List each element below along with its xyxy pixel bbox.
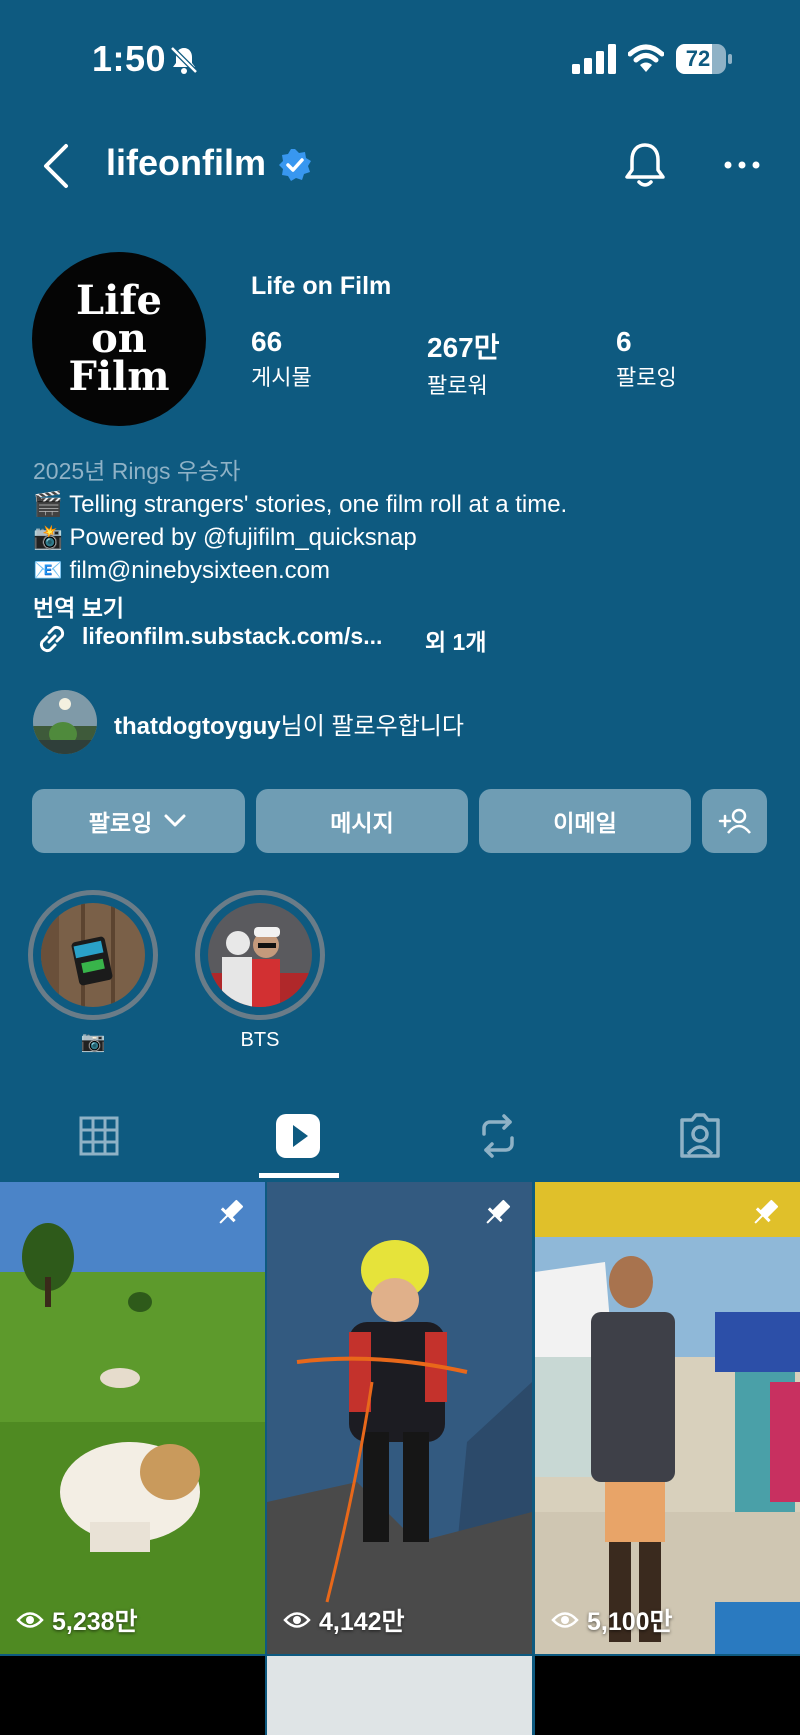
pinned-icon bbox=[486, 1199, 511, 1224]
followed-by-suffix: 님이 팔로우합니다 bbox=[280, 713, 464, 740]
stat-value: 66 bbox=[251, 326, 283, 357]
view-count: 4,142만 bbox=[283, 1602, 405, 1638]
view-count-text: 5,238만 bbox=[52, 1608, 138, 1636]
highlight-cover bbox=[208, 903, 312, 1007]
view-count: 5,238만 bbox=[16, 1602, 138, 1638]
reel-thumbnail[interactable]: 4,142만 bbox=[267, 1182, 532, 1654]
eye-icon bbox=[551, 1612, 579, 1628]
eye-icon bbox=[16, 1612, 44, 1628]
followed-by-avatar-image bbox=[33, 690, 97, 754]
header-username: lifeonfilm bbox=[106, 142, 266, 183]
stat-label: 팔로워 bbox=[427, 373, 488, 398]
bio-line: 📧 film@ninebysixteen.com bbox=[33, 557, 331, 584]
following-button-label: 팔로잉 bbox=[88, 810, 153, 836]
message-button-label: 메시지 bbox=[330, 810, 394, 836]
back-arrow-icon[interactable] bbox=[40, 140, 72, 192]
bio-link-more[interactable]: 외 1개 bbox=[425, 623, 487, 657]
message-button[interactable]: 메시지 bbox=[256, 789, 468, 853]
stat-following[interactable]: 6 팔로잉 bbox=[616, 326, 677, 392]
view-count-text: 4,142만 bbox=[319, 1608, 405, 1636]
profile-display-name: Life on Film bbox=[251, 272, 392, 300]
highlight-cover-image bbox=[41, 903, 145, 1007]
stat-followers[interactable]: 267만 팔로워 bbox=[427, 326, 499, 400]
highlight-label: BTS bbox=[240, 1029, 280, 1051]
email-button[interactable]: 이메일 bbox=[479, 789, 691, 853]
add-person-icon bbox=[718, 808, 751, 834]
highlight-camera[interactable] bbox=[28, 890, 158, 1020]
highlight-bts[interactable] bbox=[195, 890, 325, 1020]
more-options-icon[interactable] bbox=[722, 150, 762, 180]
bio-line: 📸 Powered by @fujifilm_quicksnap bbox=[33, 524, 417, 551]
wifi-icon bbox=[628, 44, 664, 72]
highlight-label: 📷 bbox=[80, 1031, 106, 1053]
followed-by-username: thatdogtoyguy bbox=[114, 713, 281, 740]
view-count-text: 5,100만 bbox=[587, 1608, 673, 1636]
pinned-icon bbox=[754, 1199, 779, 1224]
battery-level: 72 bbox=[685, 46, 711, 71]
bio-link[interactable]: lifeonfilm.substack.com/s... bbox=[82, 623, 382, 650]
chevron-down-icon bbox=[164, 814, 186, 827]
highlight-cover bbox=[41, 903, 145, 1007]
profile-avatar[interactable]: Life on Film bbox=[32, 252, 206, 426]
notification-bell-icon[interactable] bbox=[622, 140, 668, 190]
bio-line: 🎬 Telling strangers' stories, one film r… bbox=[33, 491, 568, 518]
link-icon bbox=[39, 625, 65, 653]
tagged-tab-icon[interactable] bbox=[674, 1110, 726, 1162]
reel-image bbox=[535, 1182, 800, 1654]
reel-image bbox=[0, 1182, 265, 1654]
pinned-icon bbox=[219, 1199, 244, 1224]
reel-thumbnail[interactable]: 5,100만 bbox=[535, 1182, 800, 1654]
stat-label: 게시물 bbox=[251, 365, 312, 390]
status-time: 1:50 bbox=[92, 38, 167, 79]
email-button-label: 이메일 bbox=[553, 810, 617, 836]
reel-thumbnail[interactable]: 5,238만 bbox=[0, 1182, 265, 1654]
suggest-users-button[interactable] bbox=[702, 789, 767, 853]
avatar-logo-line: Film bbox=[68, 353, 170, 400]
stat-value: 6 bbox=[616, 326, 632, 357]
cellular-signal-icon bbox=[572, 44, 616, 74]
reel-image bbox=[267, 1182, 532, 1654]
view-count: 5,100만 bbox=[551, 1602, 673, 1638]
stat-value: 267만 bbox=[427, 332, 500, 363]
avatar-logo: Life on Film bbox=[32, 281, 206, 400]
reel-thumbnail[interactable] bbox=[267, 1656, 532, 1735]
eye-icon bbox=[283, 1612, 311, 1628]
see-translation-link[interactable]: 번역 보기 bbox=[33, 589, 124, 623]
active-tab-indicator bbox=[259, 1173, 339, 1178]
reposts-tab-icon[interactable] bbox=[472, 1110, 524, 1162]
reel-thumbnail[interactable] bbox=[535, 1656, 800, 1735]
followed-by-avatar[interactable] bbox=[33, 690, 97, 754]
stat-posts[interactable]: 66 게시물 bbox=[251, 326, 312, 392]
battery-indicator: 72 bbox=[676, 44, 732, 74]
reel-thumbnail[interactable] bbox=[0, 1656, 265, 1735]
posts-grid-tab-icon[interactable] bbox=[73, 1110, 125, 1162]
stat-label: 팔로잉 bbox=[616, 365, 677, 390]
bio-award: 2025년 Rings 우승자 bbox=[33, 458, 241, 484]
reels-tab-icon[interactable] bbox=[272, 1110, 324, 1162]
followed-by-text[interactable]: thatdogtoyguy님이 팔로우합니다 bbox=[114, 706, 464, 741]
verified-badge-icon bbox=[279, 149, 311, 181]
following-button[interactable]: 팔로잉 bbox=[32, 789, 245, 853]
bell-muted-icon bbox=[170, 46, 198, 74]
highlight-cover-image bbox=[208, 903, 312, 1007]
